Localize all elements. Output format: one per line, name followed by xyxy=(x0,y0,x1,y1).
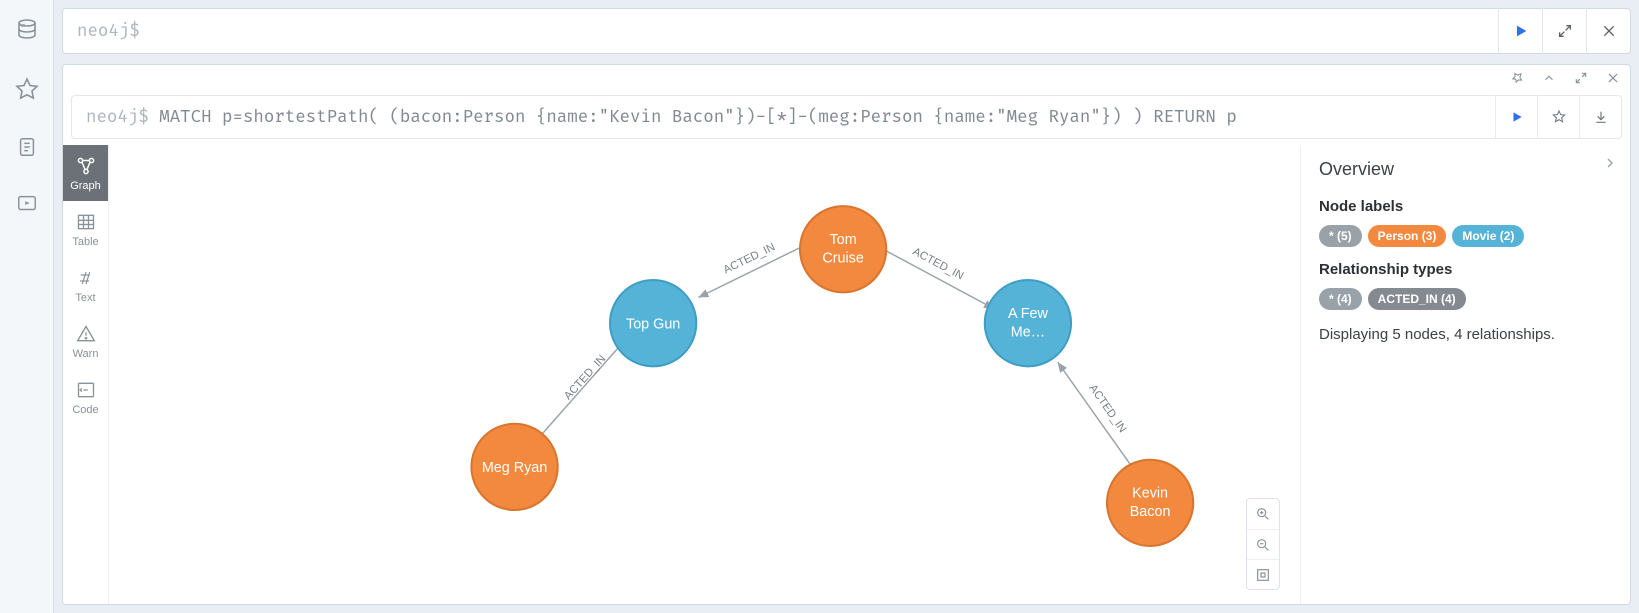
zoom-in-button[interactable] xyxy=(1247,499,1279,529)
zoom-controls xyxy=(1246,498,1280,590)
app-rail xyxy=(0,0,54,613)
expand-icon[interactable] xyxy=(1574,71,1588,90)
svg-text:ACTED_IN: ACTED_IN xyxy=(910,246,965,283)
result-frame: neo4j$ MATCH p=shortestPath( (bacon:Pers… xyxy=(62,64,1631,605)
play-screen-icon[interactable] xyxy=(16,193,38,220)
rel-types-row: * (4) ACTED_IN (4) xyxy=(1319,288,1612,310)
relationship[interactable]: ACTED_IN xyxy=(698,241,803,297)
svg-text:ACTED_IN: ACTED_IN xyxy=(722,241,777,276)
table-icon xyxy=(76,211,96,233)
view-tabs: Graph Table Text xyxy=(63,145,109,604)
relationship-types-heading: Relationship types xyxy=(1319,261,1612,278)
graph-node-person[interactable]: Tom Cruise xyxy=(800,206,886,292)
rel-pill-all[interactable]: * (4) xyxy=(1319,288,1362,310)
frame-toolbar xyxy=(63,65,1630,91)
star-icon[interactable] xyxy=(15,77,39,106)
code-icon xyxy=(76,379,96,401)
main-area: neo4j$ xyxy=(54,0,1639,613)
query-re-actions xyxy=(1495,96,1621,138)
graph-node-movie[interactable]: Top Gun xyxy=(610,280,696,366)
graph-node-person[interactable]: Meg Ryan xyxy=(471,424,557,510)
tab-text[interactable]: Text xyxy=(63,257,108,313)
editor-controls xyxy=(1498,9,1630,53)
executed-query-row: neo4j$ MATCH p=shortestPath( (bacon:Pers… xyxy=(71,95,1622,139)
label-pill-all[interactable]: * (5) xyxy=(1319,225,1362,247)
graph-node-person[interactable]: Kevin Bacon xyxy=(1107,460,1193,546)
label-pill-person[interactable]: Person (3) xyxy=(1368,225,1447,247)
relationship[interactable]: ACTED_IN xyxy=(1058,362,1136,472)
editor-prompt[interactable]: neo4j$ xyxy=(63,21,1498,42)
close-frame-icon[interactable] xyxy=(1606,71,1620,90)
documents-icon[interactable] xyxy=(16,136,38,163)
pin-icon[interactable] xyxy=(1510,71,1524,90)
result-body: Graph Table Text xyxy=(63,145,1630,604)
relationship[interactable]: ACTED_IN xyxy=(883,246,994,309)
download-icon[interactable] xyxy=(1579,95,1621,139)
executed-query-text: neo4j$ MATCH p=shortestPath( (bacon:Pers… xyxy=(72,107,1495,128)
database-icon[interactable] xyxy=(15,18,39,47)
graph-canvas[interactable]: ACTED_IN ACTED_IN ACTED_IN ACTED_IN xyxy=(109,145,1300,604)
inspector-title: Overview xyxy=(1319,159,1612,180)
warn-icon xyxy=(76,323,96,345)
run-query-button[interactable] xyxy=(1498,8,1542,54)
cypher-editor[interactable]: neo4j$ xyxy=(62,8,1631,54)
zoom-fit-button[interactable] xyxy=(1247,559,1279,589)
tab-graph[interactable]: Graph xyxy=(63,145,108,201)
svg-text:ACTED_IN: ACTED_IN xyxy=(1086,382,1128,435)
relationship[interactable]: ACTED_IN xyxy=(540,340,625,437)
tab-code[interactable]: Code xyxy=(63,369,108,425)
fullscreen-icon[interactable] xyxy=(1542,8,1586,54)
chevron-right-icon[interactable] xyxy=(1602,155,1618,176)
tab-table[interactable]: Table xyxy=(63,201,108,257)
graph-icon xyxy=(75,155,97,177)
rel-pill-acted[interactable]: ACTED_IN (4) xyxy=(1368,288,1466,310)
collapse-icon[interactable] xyxy=(1542,71,1556,90)
rerun-button[interactable] xyxy=(1495,95,1537,139)
zoom-out-button[interactable] xyxy=(1247,529,1279,559)
inspector-summary: Displaying 5 nodes, 4 relationships. xyxy=(1319,326,1612,343)
inspector-panel: Overview Node labels * (5) Person (3) Mo… xyxy=(1300,145,1630,604)
close-icon[interactable] xyxy=(1586,8,1630,54)
node-labels-row: * (5) Person (3) Movie (2) xyxy=(1319,225,1612,247)
node-labels-heading: Node labels xyxy=(1319,198,1612,215)
svg-text:ACTED_IN: ACTED_IN xyxy=(562,353,608,402)
text-icon xyxy=(77,267,95,289)
tab-warn[interactable]: Warn xyxy=(63,313,108,369)
label-pill-movie[interactable]: Movie (2) xyxy=(1452,225,1524,247)
graph-svg[interactable]: ACTED_IN ACTED_IN ACTED_IN ACTED_IN xyxy=(109,145,1300,604)
favorite-query-icon[interactable] xyxy=(1537,95,1579,139)
graph-node-movie[interactable]: A Few Me… xyxy=(985,280,1071,366)
